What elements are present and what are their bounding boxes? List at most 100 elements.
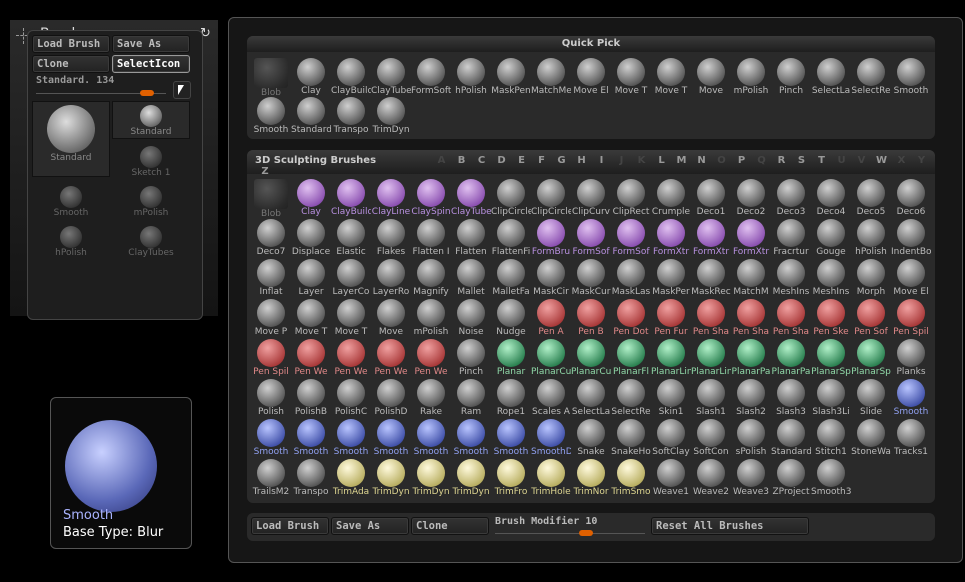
brush-item[interactable]: Mallet <box>451 257 491 297</box>
brush-modifier-handle[interactable] <box>579 530 593 536</box>
brush-item[interactable]: Deco5 <box>851 177 891 217</box>
brush-item[interactable]: FormSof <box>571 217 611 257</box>
letter-filter[interactable]: E <box>512 155 532 166</box>
brush-item[interactable]: Transpo <box>291 457 331 497</box>
letter-filter[interactable]: J <box>612 155 632 166</box>
brush-item[interactable]: Slash3Li <box>811 377 851 417</box>
brush-item[interactable]: TrimHole <box>531 457 571 497</box>
brush-item[interactable]: ClayLine <box>371 177 411 217</box>
brush-item[interactable]: FormXtr <box>731 217 771 257</box>
brush-item[interactable]: Deco3 <box>771 177 811 217</box>
letter-filter[interactable]: G <box>552 155 572 166</box>
letter-filter[interactable]: L <box>652 155 672 166</box>
brush-item[interactable]: Move T <box>651 56 691 96</box>
brush-item[interactable]: PolishC <box>331 377 371 417</box>
bottom-save-as-button[interactable]: Save As <box>331 517 409 535</box>
brush-item[interactable]: PlanarLin <box>691 337 731 377</box>
bottom-load-brush-button[interactable]: Load Brush <box>251 517 329 535</box>
brush-item[interactable]: MatchM <box>731 257 771 297</box>
brush-item[interactable]: hPolish <box>851 217 891 257</box>
load-brush-button[interactable]: Load Brush <box>32 35 110 53</box>
brush-item[interactable]: PlanarPa <box>771 337 811 377</box>
recent-brush-item[interactable]: Sketch 1 <box>112 143 190 181</box>
brush-item[interactable]: ClipCurv <box>571 177 611 217</box>
brush-item[interactable]: ClipCircle <box>531 177 571 217</box>
recent-brush-item[interactable]: Standard <box>32 101 110 177</box>
brush-item[interactable]: PlanarCu <box>531 337 571 377</box>
brush-item[interactable]: Planks <box>891 337 931 377</box>
brush-item[interactable]: Pen Dot <box>611 297 651 337</box>
brush-item[interactable]: MaskRec <box>691 257 731 297</box>
brush-item[interactable]: TrimDyn <box>451 457 491 497</box>
brush-item[interactable]: hPolish <box>451 56 491 96</box>
brush-item[interactable]: LayerRo <box>371 257 411 297</box>
letter-filter[interactable]: S <box>792 155 812 166</box>
brush-item[interactable]: StoneWa <box>851 417 891 457</box>
brush-item[interactable]: PlanarPa <box>731 337 771 377</box>
brush-item[interactable]: FormXtr <box>651 217 691 257</box>
brush-item[interactable]: PlanarSp <box>851 337 891 377</box>
brush-item[interactable]: Morph <box>851 257 891 297</box>
brush-item[interactable]: SelectRe <box>611 377 651 417</box>
letter-filter[interactable]: I <box>592 155 612 166</box>
brush-item[interactable]: FormSoft <box>411 56 451 96</box>
brush-item[interactable]: MaskPer <box>651 257 691 297</box>
brush-item[interactable]: Nudge <box>491 297 531 337</box>
brush-item[interactable]: PlanarSp <box>811 337 851 377</box>
brush-item[interactable]: Polish <box>251 377 291 417</box>
brush-item[interactable]: Inflat <box>251 257 291 297</box>
brush-item[interactable]: Move El <box>891 257 931 297</box>
select-icon-button[interactable]: SelectIcon <box>112 55 190 73</box>
brush-item[interactable]: Transpo <box>331 95 371 135</box>
brush-item[interactable]: SelectLa <box>811 56 851 96</box>
brush-item[interactable]: Flakes <box>371 217 411 257</box>
recent-brush-item[interactable]: Smooth <box>32 183 110 223</box>
letter-filter[interactable]: M <box>672 155 692 166</box>
brush-item[interactable]: Deco2 <box>731 177 771 217</box>
recent-brush-item[interactable]: ClayTubes <box>112 223 190 263</box>
recent-brush-item[interactable]: hPolish <box>32 223 110 263</box>
brush-item[interactable]: MaskPen <box>491 56 531 96</box>
letter-filter[interactable]: F <box>532 155 552 166</box>
brush-item[interactable]: Deco1 <box>691 177 731 217</box>
brush-item[interactable]: Snake <box>571 417 611 457</box>
brush-item[interactable]: Flatten <box>451 217 491 257</box>
brush-item[interactable]: Rope1 <box>491 377 531 417</box>
brush-item[interactable]: Pen Ske <box>811 297 851 337</box>
brush-item[interactable]: Pen Sha <box>771 297 811 337</box>
brush-item[interactable]: SelectRe <box>851 56 891 96</box>
letter-filter[interactable]: B <box>452 155 472 166</box>
brush-item[interactable]: Rake <box>411 377 451 417</box>
brush-item[interactable]: Fracrtur <box>771 217 811 257</box>
brush-item[interactable]: MalletFa <box>491 257 531 297</box>
brush-item[interactable]: Blob <box>251 56 291 98</box>
brush-item[interactable]: LayerCo <box>331 257 371 297</box>
brush-item[interactable]: Weave3 <box>731 457 771 497</box>
brush-item[interactable]: PolishB <box>291 377 331 417</box>
brush-item[interactable]: ClayBuild <box>331 56 371 96</box>
clone-button[interactable]: Clone <box>32 55 110 73</box>
brush-item[interactable]: ZProject <box>771 457 811 497</box>
brush-item[interactable]: TrimAda <box>331 457 371 497</box>
brush-item[interactable]: ClayTube <box>451 177 491 217</box>
brush-item[interactable]: Pen We <box>411 337 451 377</box>
brush-item[interactable]: MaskCur <box>571 257 611 297</box>
brush-item[interactable]: Move P <box>251 297 291 337</box>
brush-item[interactable]: Pen Sha <box>731 297 771 337</box>
brush-item[interactable]: Move T <box>331 297 371 337</box>
brush-item[interactable]: FormSof <box>611 217 651 257</box>
brush-item[interactable]: Pen Sof <box>851 297 891 337</box>
brush-item[interactable]: Smooth <box>491 417 531 457</box>
letter-filter[interactable]: V <box>852 155 872 166</box>
letter-filter[interactable]: K <box>632 155 652 166</box>
brush-item[interactable]: SmoothD <box>531 417 571 457</box>
brush-item[interactable]: SelectLa <box>571 377 611 417</box>
brush-item[interactable]: Standard <box>771 417 811 457</box>
brush-item[interactable]: Slash3 <box>771 377 811 417</box>
brush-item[interactable]: PlanarCu <box>571 337 611 377</box>
brush-item[interactable]: Standard <box>291 95 331 135</box>
letter-filter[interactable]: U <box>832 155 852 166</box>
brush-item[interactable]: Pen Sha <box>691 297 731 337</box>
brush-item[interactable]: Clay <box>291 56 331 96</box>
brush-item[interactable]: Noise <box>451 297 491 337</box>
